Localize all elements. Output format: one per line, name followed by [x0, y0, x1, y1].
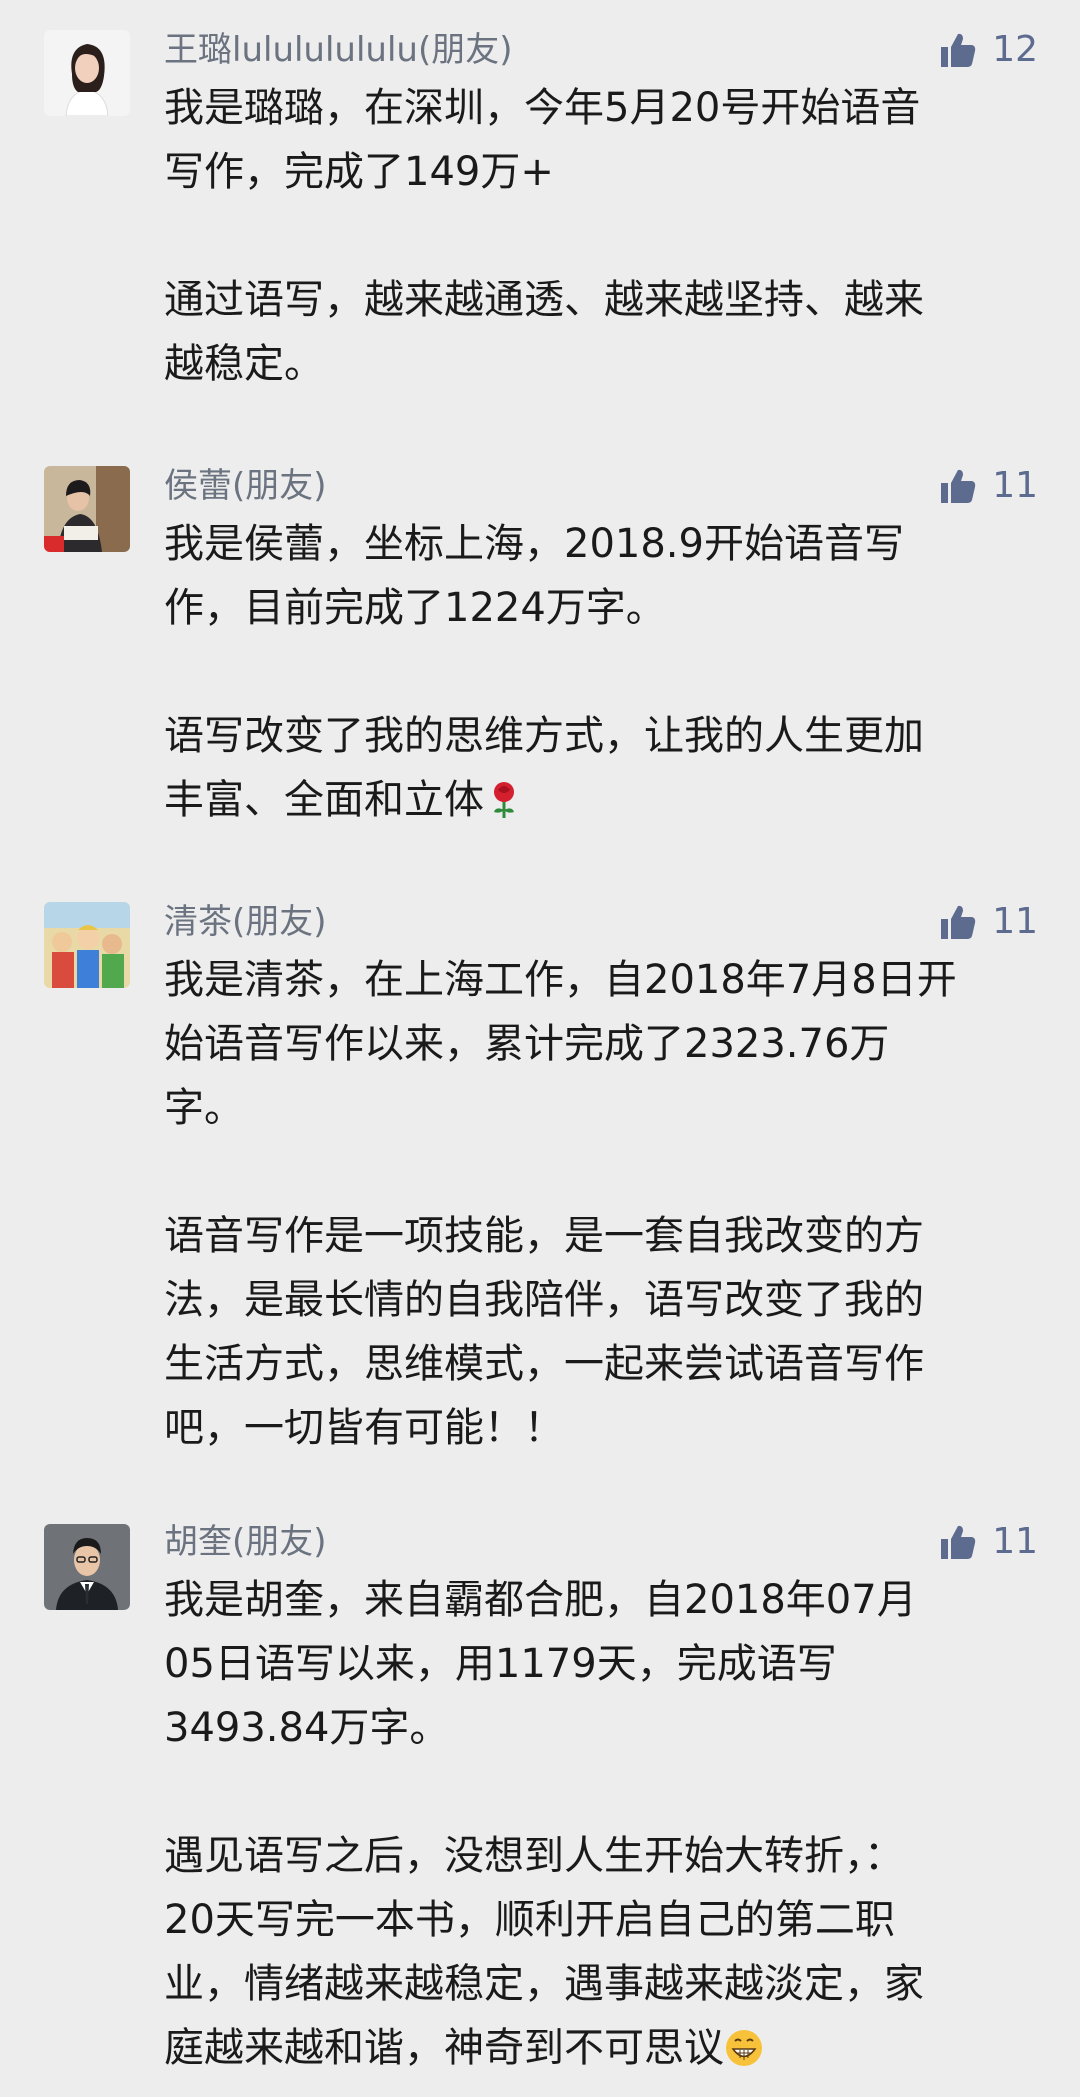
- avatar-photo-man-icon: [44, 1524, 130, 1610]
- comment-paragraph: 语音写作是一项技能，是一套自我改变的方 法，是最长情的自我陪伴，语写改变了我的 …: [164, 1213, 924, 1451]
- like-count: 12: [992, 29, 1038, 70]
- thumbs-up-icon: [938, 1522, 978, 1562]
- like-count: 11: [992, 1521, 1038, 1562]
- comment-paragraph: 我是璐璐，在深圳，今年5月20号开始语音 写作，完成了149万+: [164, 85, 921, 195]
- avatar-photo-woman-icon: [44, 30, 130, 116]
- like-button[interactable]: 11: [938, 464, 1038, 508]
- rose-emoji-icon: [484, 777, 524, 823]
- comment-author[interactable]: 王璐lulululululu(朋友): [164, 28, 513, 72]
- comment-paragraph: 我是侯蕾，坐标上海，2018.9开始语音写 作，目前完成了1224万字。: [164, 521, 904, 631]
- comment-paragraph: 我是清茶，在上海工作，自2018年7月8日开 始语音写作以来，累计完成了2323…: [164, 957, 957, 1131]
- like-button[interactable]: 12: [938, 28, 1038, 72]
- avatar[interactable]: [44, 30, 130, 116]
- like-button[interactable]: 11: [938, 900, 1038, 944]
- comment-author[interactable]: 侯蕾(朋友): [164, 464, 327, 508]
- comment-text: 我是侯蕾，坐标上海，2018.9开始语音写 作，目前完成了1224万字。 语写改…: [164, 512, 1024, 832]
- comment-author[interactable]: 胡奎(朋友): [164, 1520, 327, 1564]
- comment-paragraph: 遇见语写之后，没想到人生开始大转折，： 20天写完一本书，顺利开启自己的第二职 …: [164, 1833, 924, 2071]
- grinning-face-emoji-icon: [724, 2025, 764, 2071]
- thumbs-up-icon: [938, 902, 978, 942]
- comment-paragraph: 我是胡奎，来自霸都合肥，自2018年07月 05日语写以来，用1179天，完成语…: [164, 1577, 917, 1751]
- avatar-photo-reading-icon: [44, 466, 130, 552]
- like-button[interactable]: 11: [938, 1520, 1038, 1564]
- avatar[interactable]: [44, 1524, 130, 1610]
- avatar-cartoon-group-icon: [44, 902, 130, 988]
- like-count: 11: [992, 901, 1038, 942]
- like-count: 11: [992, 465, 1038, 506]
- avatar[interactable]: [44, 466, 130, 552]
- comment-list: 王璐lulululululu(朋友) 12 我是璐璐，在深圳，今年5月20号开始…: [0, 0, 1080, 2097]
- thumbs-up-icon: [938, 466, 978, 506]
- comment-text: 我是清茶，在上海工作，自2018年7月8日开 始语音写作以来，累计完成了2323…: [164, 948, 1024, 1460]
- comment-text: 我是胡奎，来自霸都合肥，自2018年07月 05日语写以来，用1179天，完成语…: [164, 1568, 1024, 2080]
- comment-text: 我是璐璐，在深圳，今年5月20号开始语音 写作，完成了149万+ 通过语写，越来…: [164, 76, 1024, 396]
- thumbs-up-icon: [938, 30, 978, 70]
- comment-paragraph: 语写改变了我的思维方式，让我的人生更加 丰富、全面和立体: [164, 713, 924, 823]
- comment-author[interactable]: 清茶(朋友): [164, 900, 327, 944]
- comment-paragraph: 通过语写，越来越通透、越来越坚持、越来 越稳定。: [164, 277, 924, 387]
- avatar[interactable]: [44, 902, 130, 988]
